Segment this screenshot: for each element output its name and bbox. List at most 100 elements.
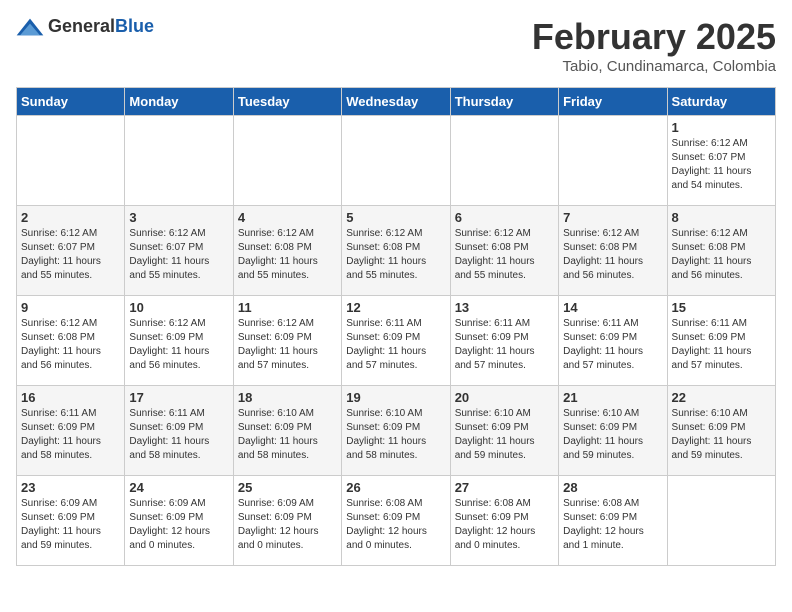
calendar-cell <box>125 116 233 206</box>
calendar-cell: 5 Sunrise: 6:12 AM Sunset: 6:08 PM Daylig… <box>342 206 450 296</box>
header-friday: Friday <box>559 88 667 116</box>
day-info: Sunrise: 6:11 AM Sunset: 6:09 PM Dayligh… <box>455 317 554 373</box>
calendar-cell: 15Sunrise: 6:11 AM Sunset: 6:09 PM Dayli… <box>667 296 775 386</box>
calendar-header: Sunday Monday Tuesday Wednesday Thursday… <box>17 88 776 116</box>
calendar-subtitle: Tabio, Cundinamarca, Colombia <box>532 58 776 75</box>
day-info: Sunrise: 6:12 AM Sunset: 6:07 PM Dayligh… <box>21 227 120 283</box>
header-sunday: Sunday <box>17 88 125 116</box>
calendar-week-2: 2 Sunrise: 6:12 AM Sunset: 6:07 PM Daylig… <box>17 206 776 296</box>
calendar-table: Sunday Monday Tuesday Wednesday Thursday… <box>16 87 776 566</box>
calendar-week-4: 16 Sunrise: 6:11 AM Sunset: 6:09 PM Dayli… <box>17 386 776 476</box>
calendar-cell: 20Sunrise: 6:10 AM Sunset: 6:09 PM Dayli… <box>450 386 558 476</box>
day-number: 28 <box>563 480 662 495</box>
calendar-week-1: 1 Sunrise: 6:12 AM Sunset: 6:07 PM Daylig… <box>17 116 776 206</box>
calendar-cell: 2 Sunrise: 6:12 AM Sunset: 6:07 PM Daylig… <box>17 206 125 296</box>
calendar-cell: 12 Sunrise: 6:11 AM Sunset: 6:09 PM Dayli… <box>342 296 450 386</box>
day-number: 8 <box>672 210 771 225</box>
day-info: Sunrise: 6:10 AM Sunset: 6:09 PM Dayligh… <box>563 407 662 463</box>
day-number: 7 <box>563 210 662 225</box>
day-number: 22 <box>672 390 771 405</box>
day-number: 12 <box>346 300 445 315</box>
calendar-cell: 23 Sunrise: 6:09 AM Sunset: 6:09 PM Dayli… <box>17 476 125 566</box>
title-area: February 2025 Tabio, Cundinamarca, Colom… <box>532 16 776 75</box>
calendar-cell: 28 Sunrise: 6:08 AM Sunset: 6:09 PM Dayli… <box>559 476 667 566</box>
day-info: Sunrise: 6:11 AM Sunset: 6:09 PM Dayligh… <box>21 407 120 463</box>
calendar-cell: 18 Sunrise: 6:10 AM Sunset: 6:09 PM Dayli… <box>233 386 341 476</box>
logo-general: General <box>48 16 115 36</box>
day-info: Sunrise: 6:08 AM Sunset: 6:09 PM Dayligh… <box>563 497 662 553</box>
day-number: 5 <box>346 210 445 225</box>
day-info: Sunrise: 6:10 AM Sunset: 6:09 PM Dayligh… <box>346 407 445 463</box>
day-info: Sunrise: 6:09 AM Sunset: 6:09 PM Dayligh… <box>21 497 120 553</box>
calendar-title: February 2025 <box>532 16 776 58</box>
calendar-cell: 4 Sunrise: 6:12 AM Sunset: 6:08 PM Daylig… <box>233 206 341 296</box>
day-number: 17 <box>129 390 228 405</box>
calendar-cell: 10 Sunrise: 6:12 AM Sunset: 6:09 PM Dayli… <box>125 296 233 386</box>
calendar-cell: 19 Sunrise: 6:10 AM Sunset: 6:09 PM Dayli… <box>342 386 450 476</box>
calendar-cell: 24 Sunrise: 6:09 AM Sunset: 6:09 PM Dayli… <box>125 476 233 566</box>
header-saturday: Saturday <box>667 88 775 116</box>
day-info: Sunrise: 6:12 AM Sunset: 6:08 PM Dayligh… <box>21 317 120 373</box>
calendar-cell: 1 Sunrise: 6:12 AM Sunset: 6:07 PM Daylig… <box>667 116 775 206</box>
calendar-cell: 22Sunrise: 6:10 AM Sunset: 6:09 PM Dayli… <box>667 386 775 476</box>
calendar-cell: 8 Sunrise: 6:12 AM Sunset: 6:08 PM Daylig… <box>667 206 775 296</box>
day-info: Sunrise: 6:10 AM Sunset: 6:09 PM Dayligh… <box>238 407 337 463</box>
calendar-cell: 3 Sunrise: 6:12 AM Sunset: 6:07 PM Daylig… <box>125 206 233 296</box>
header-tuesday: Tuesday <box>233 88 341 116</box>
calendar-body: 1 Sunrise: 6:12 AM Sunset: 6:07 PM Daylig… <box>17 116 776 566</box>
day-number: 1 <box>672 120 771 135</box>
day-info: Sunrise: 6:09 AM Sunset: 6:09 PM Dayligh… <box>129 497 228 553</box>
day-info: Sunrise: 6:08 AM Sunset: 6:09 PM Dayligh… <box>455 497 554 553</box>
day-number: 18 <box>238 390 337 405</box>
logo-text: GeneralBlue <box>48 16 154 37</box>
calendar-cell <box>342 116 450 206</box>
day-number: 21 <box>563 390 662 405</box>
header-wednesday: Wednesday <box>342 88 450 116</box>
day-info: Sunrise: 6:11 AM Sunset: 6:09 PM Dayligh… <box>563 317 662 373</box>
calendar-cell <box>17 116 125 206</box>
header-row: Sunday Monday Tuesday Wednesday Thursday… <box>17 88 776 116</box>
header-thursday: Thursday <box>450 88 558 116</box>
day-number: 26 <box>346 480 445 495</box>
logo-blue: Blue <box>115 16 154 36</box>
calendar-cell: 25Sunrise: 6:09 AM Sunset: 6:09 PM Dayli… <box>233 476 341 566</box>
day-number: 11 <box>238 300 337 315</box>
day-info: Sunrise: 6:12 AM Sunset: 6:07 PM Dayligh… <box>672 137 771 193</box>
day-number: 4 <box>238 210 337 225</box>
day-number: 3 <box>129 210 228 225</box>
day-number: 19 <box>346 390 445 405</box>
calendar-cell: 27 Sunrise: 6:08 AM Sunset: 6:09 PM Dayli… <box>450 476 558 566</box>
day-info: Sunrise: 6:11 AM Sunset: 6:09 PM Dayligh… <box>346 317 445 373</box>
calendar-cell <box>450 116 558 206</box>
calendar-cell: 6Sunrise: 6:12 AM Sunset: 6:08 PM Daylig… <box>450 206 558 296</box>
day-number: 13 <box>455 300 554 315</box>
day-info: Sunrise: 6:12 AM Sunset: 6:09 PM Dayligh… <box>129 317 228 373</box>
day-info: Sunrise: 6:12 AM Sunset: 6:07 PM Dayligh… <box>129 227 228 283</box>
calendar-cell: 9Sunrise: 6:12 AM Sunset: 6:08 PM Daylig… <box>17 296 125 386</box>
day-info: Sunrise: 6:12 AM Sunset: 6:08 PM Dayligh… <box>238 227 337 283</box>
day-info: Sunrise: 6:12 AM Sunset: 6:08 PM Dayligh… <box>346 227 445 283</box>
page-header: GeneralBlue February 2025 Tabio, Cundina… <box>16 16 776 75</box>
calendar-cell <box>233 116 341 206</box>
logo-icon <box>16 17 44 37</box>
day-info: Sunrise: 6:09 AM Sunset: 6:09 PM Dayligh… <box>238 497 337 553</box>
day-info: Sunrise: 6:11 AM Sunset: 6:09 PM Dayligh… <box>129 407 228 463</box>
calendar-cell <box>667 476 775 566</box>
day-info: Sunrise: 6:12 AM Sunset: 6:08 PM Dayligh… <box>672 227 771 283</box>
day-number: 2 <box>21 210 120 225</box>
day-number: 27 <box>455 480 554 495</box>
calendar-cell: 16 Sunrise: 6:11 AM Sunset: 6:09 PM Dayli… <box>17 386 125 476</box>
calendar-cell: 21 Sunrise: 6:10 AM Sunset: 6:09 PM Dayli… <box>559 386 667 476</box>
calendar-cell: 13 Sunrise: 6:11 AM Sunset: 6:09 PM Dayli… <box>450 296 558 386</box>
day-number: 15 <box>672 300 771 315</box>
day-info: Sunrise: 6:12 AM Sunset: 6:08 PM Dayligh… <box>563 227 662 283</box>
calendar-week-3: 9Sunrise: 6:12 AM Sunset: 6:08 PM Daylig… <box>17 296 776 386</box>
day-number: 23 <box>21 480 120 495</box>
calendar-week-5: 23 Sunrise: 6:09 AM Sunset: 6:09 PM Dayli… <box>17 476 776 566</box>
day-number: 16 <box>21 390 120 405</box>
day-number: 10 <box>129 300 228 315</box>
day-info: Sunrise: 6:10 AM Sunset: 6:09 PM Dayligh… <box>455 407 554 463</box>
day-number: 24 <box>129 480 228 495</box>
calendar-cell: 7 Sunrise: 6:12 AM Sunset: 6:08 PM Daylig… <box>559 206 667 296</box>
header-monday: Monday <box>125 88 233 116</box>
